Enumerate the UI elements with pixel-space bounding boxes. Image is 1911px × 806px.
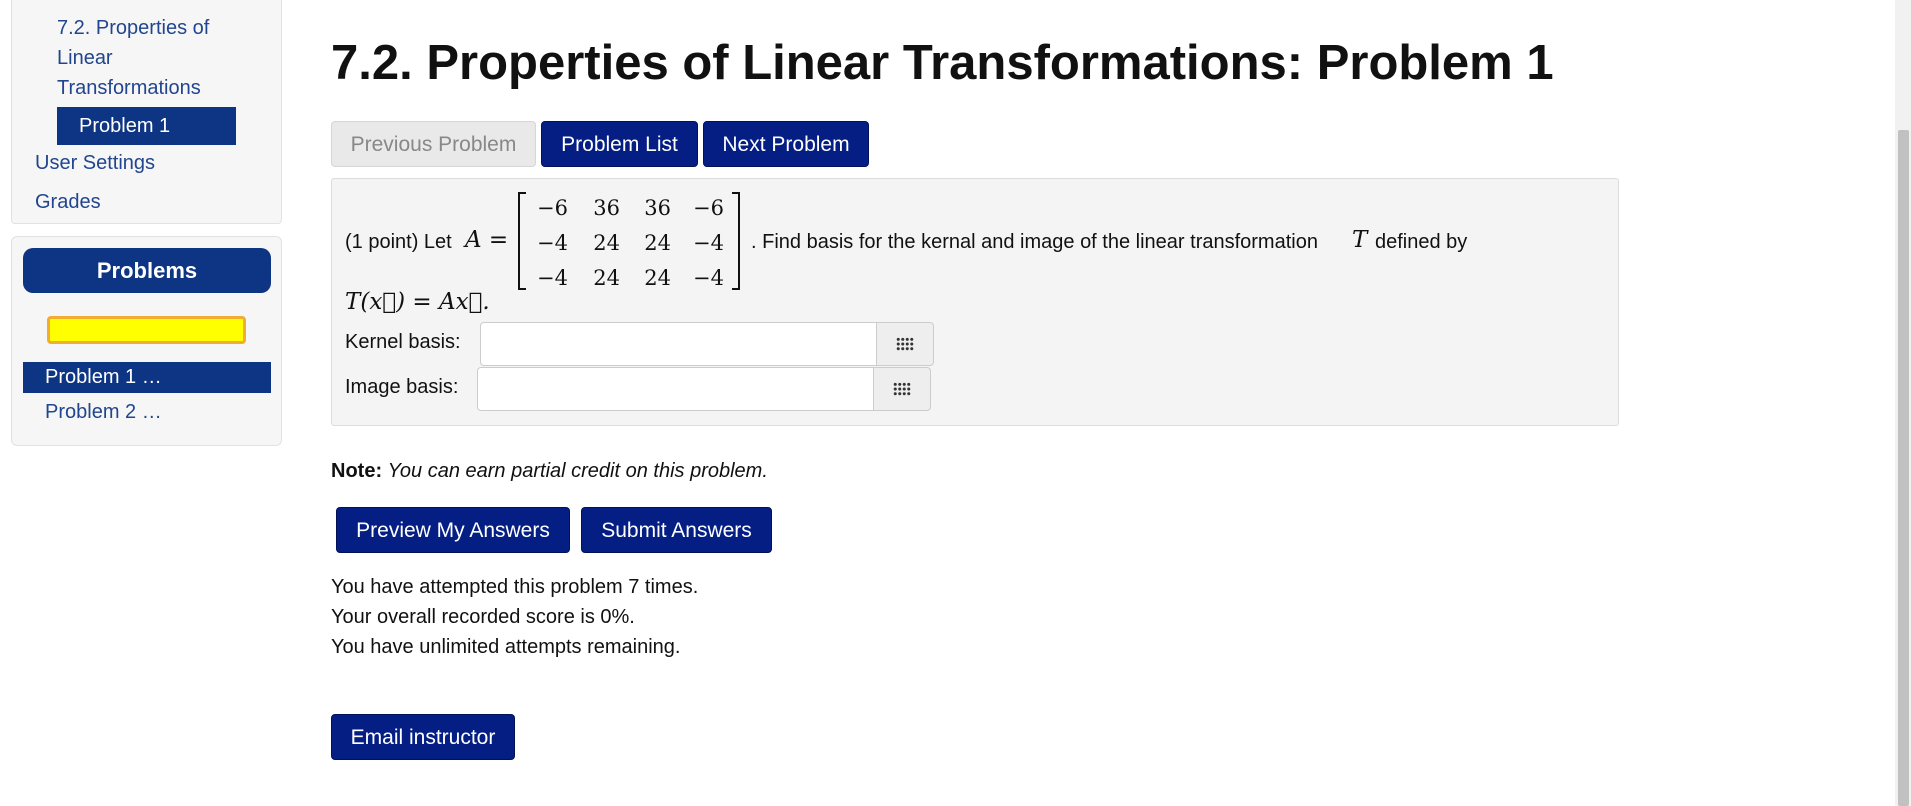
note-label: Note: xyxy=(331,460,383,482)
matrix-cell: −6 xyxy=(693,196,724,220)
matrix-cell: −4 xyxy=(537,231,568,255)
problems-panel: Problems Problem 1 … Problem 2 … xyxy=(11,236,282,446)
nav-link-section[interactable]: 7.2. Properties of Linear Transformation… xyxy=(57,13,247,103)
image-math-keyboard-button[interactable] xyxy=(873,367,931,411)
email-instructor-button[interactable]: Email instructor xyxy=(331,714,515,760)
transformation-definition: T(x⃗) = Ax⃗. xyxy=(345,289,490,315)
matrix-cell: −4 xyxy=(693,231,724,255)
matrix-cell: 24 xyxy=(644,266,671,290)
nav-current-problem[interactable]: Problem 1 xyxy=(57,107,236,145)
problem-list-item-2[interactable]: Problem 2 … xyxy=(23,397,271,428)
nav-link-grades[interactable]: Grades xyxy=(35,191,101,214)
matrix-left-bracket xyxy=(518,192,526,290)
matrix-cell: −6 xyxy=(537,196,568,220)
matrix-cell: 36 xyxy=(593,196,620,220)
matrix-cell: 24 xyxy=(593,231,620,255)
previous-problem-button[interactable]: Previous Problem xyxy=(331,121,536,167)
matrix-cell: −4 xyxy=(537,266,568,290)
kernel-basis-input[interactable] xyxy=(480,322,877,366)
page-title: 7.2. Properties of Linear Transformation… xyxy=(331,36,1554,90)
problem-list-button[interactable]: Problem List xyxy=(541,121,698,167)
problem-question-text: . Find basis for the kernal and image of… xyxy=(751,231,1318,253)
matrix-A: −6 36 36 −6 −4 24 24 −4 −4 24 24 −4 xyxy=(518,192,740,290)
partial-credit-note: Note: You can earn partial credit on thi… xyxy=(331,460,768,483)
matrix-cell: 24 xyxy=(644,231,671,255)
matrix-right-bracket xyxy=(732,192,740,290)
submit-answers-button[interactable]: Submit Answers xyxy=(581,507,772,553)
problem-points-text: (1 point) Let xyxy=(345,231,452,253)
score-progress-bar xyxy=(47,316,246,344)
problem-list-item-1[interactable]: Problem 1 … xyxy=(23,362,271,393)
attempts-text: You have attempted this problem 7 times. xyxy=(331,576,699,598)
matrix-variable: A = xyxy=(465,227,509,253)
image-basis-label: Image basis: xyxy=(345,376,459,398)
image-basis-input[interactable] xyxy=(477,367,874,411)
site-navigation: 7.2. Properties of Linear Transformation… xyxy=(11,0,282,224)
score-text: Your overall recorded score is 0%. xyxy=(331,606,635,628)
transformation-variable: T xyxy=(1352,227,1368,253)
keyboard-grid-icon xyxy=(893,382,911,396)
remaining-attempts-text: You have unlimited attempts remaining. xyxy=(331,636,681,658)
problems-panel-title: Problems xyxy=(23,248,271,293)
preview-answers-button[interactable]: Preview My Answers xyxy=(336,507,570,553)
kernel-basis-label: Kernel basis: xyxy=(345,331,461,353)
nav-link-user-settings[interactable]: User Settings xyxy=(35,152,155,175)
problem-statement: (1 point) Let A = −6 36 36 −6 −4 24 24 −… xyxy=(331,178,1619,426)
next-problem-button[interactable]: Next Problem xyxy=(703,121,869,167)
keyboard-grid-icon xyxy=(896,337,914,351)
note-text: You can earn partial credit on this prob… xyxy=(387,460,768,482)
matrix-cell: −4 xyxy=(693,266,724,290)
page-scrollbar-thumb[interactable] xyxy=(1898,130,1909,806)
kernel-math-keyboard-button[interactable] xyxy=(876,322,934,366)
problem-defined-by-text: defined by xyxy=(1375,231,1468,253)
matrix-cell: 24 xyxy=(593,266,620,290)
matrix-cell: 36 xyxy=(644,196,671,220)
